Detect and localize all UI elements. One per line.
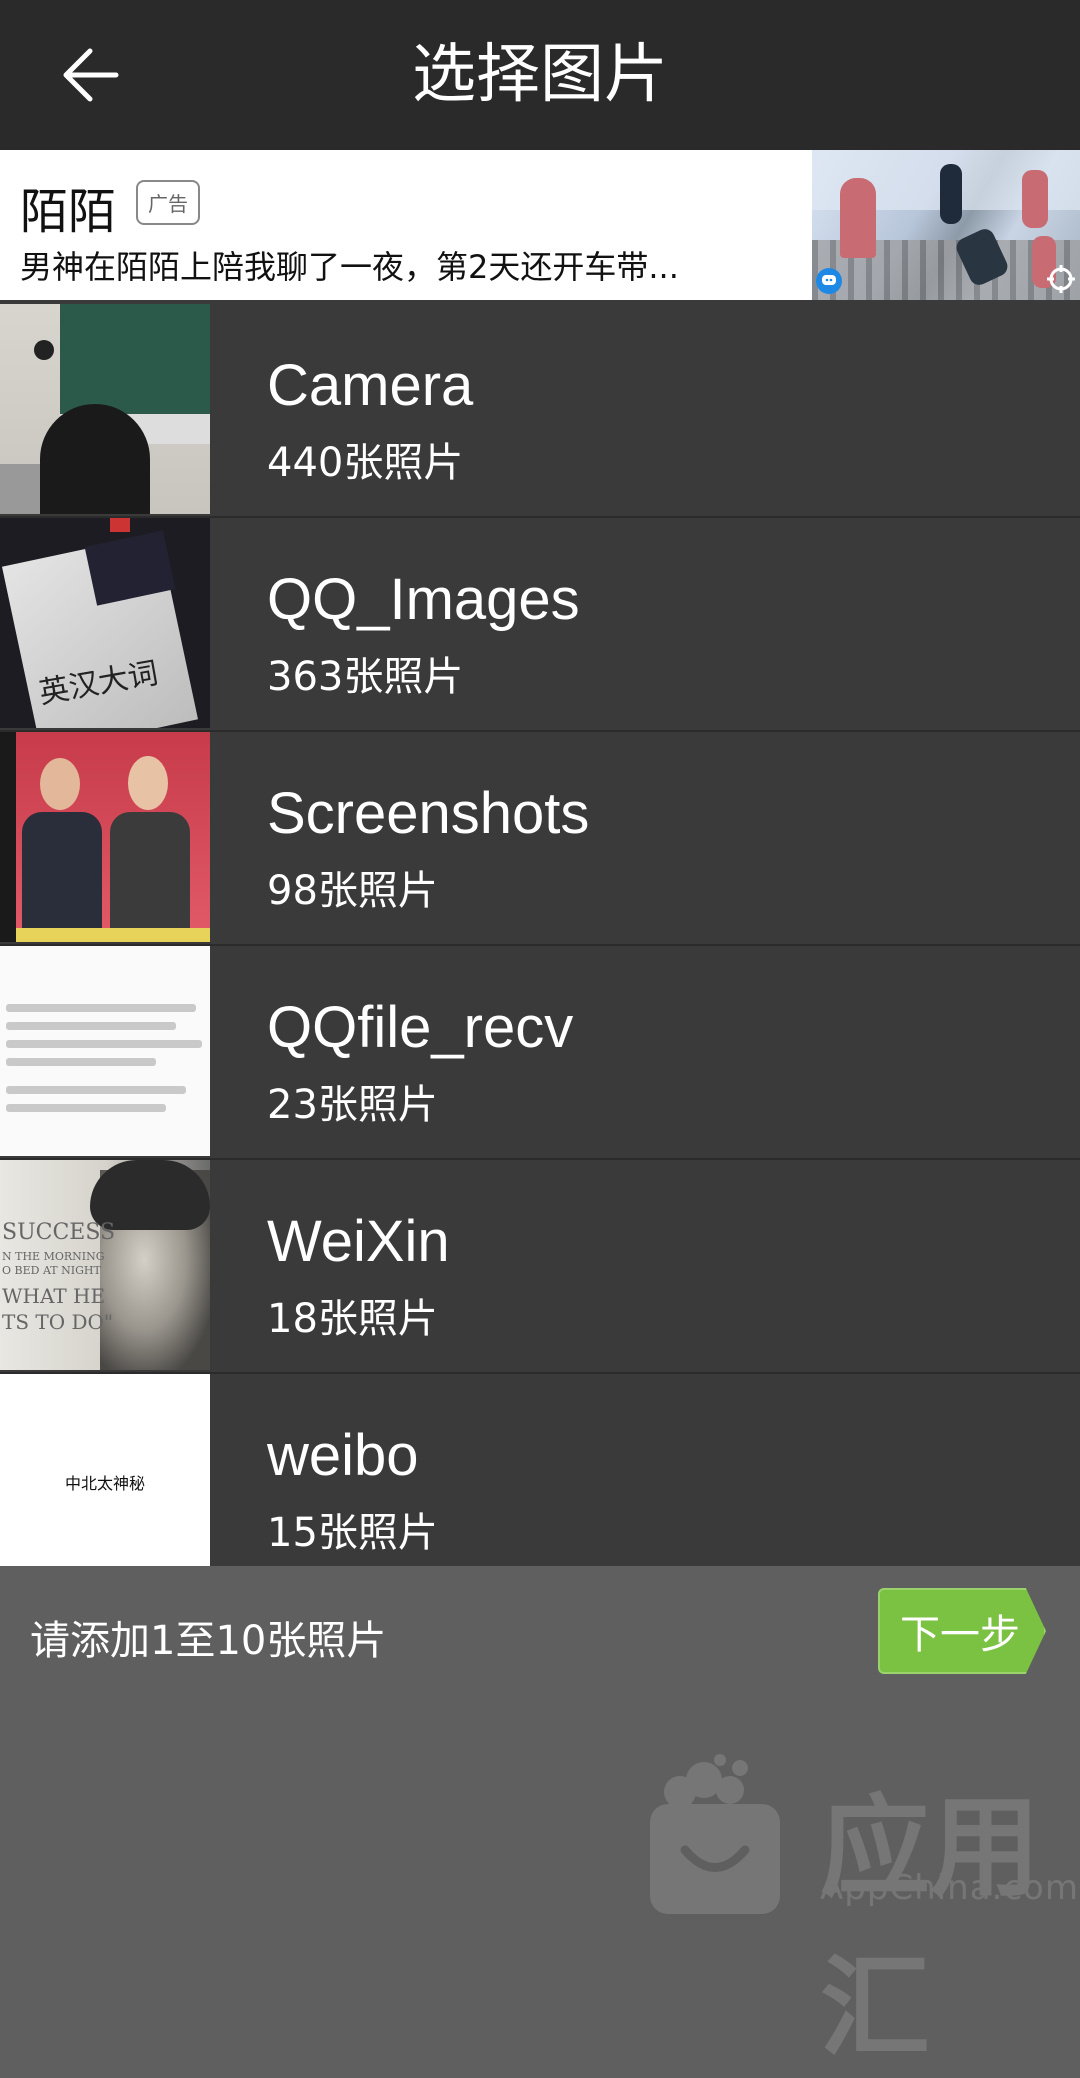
album-row-qq-images[interactable]: 英汉大词 QQ_Images 363张照片 (0, 518, 1080, 732)
album-row-weixin[interactable]: SUCCESS N THE MORNING O BED AT NIGHT WHA… (0, 1160, 1080, 1374)
album-thumbnail: SUCCESS N THE MORNING O BED AT NIGHT WHA… (0, 1160, 210, 1370)
chat-bubble-icon (816, 268, 842, 294)
top-bar: 选择图片 (0, 0, 1080, 150)
thumbnail-caption: SUCCESS (2, 1220, 116, 1245)
album-count: 23张照片 (267, 1082, 438, 1128)
ad-image (812, 150, 1080, 300)
album-name: QQfile_recv (267, 995, 574, 1060)
ad-banner[interactable]: 陌陌 广告 男神在陌陌上陪我聊了一夜，第2天还开车带... (0, 150, 1080, 304)
album-count: 98张照片 (267, 868, 438, 914)
album-thumbnail (0, 946, 210, 1156)
page-title: 选择图片 (412, 38, 668, 112)
album-name: weibo (267, 1423, 419, 1488)
watermark-text: 应用汇 (820, 1784, 1040, 2072)
album-row-qqfile-recv[interactable]: QQfile_recv 23张照片 (0, 946, 1080, 1160)
album-thumbnail: 中北太神秘 (0, 1374, 210, 1570)
target-icon (1047, 265, 1075, 293)
thumbnail-caption: O BED AT NIGHT (2, 1264, 101, 1277)
thumbnail-caption: 中北太神秘 (64, 1474, 145, 1493)
next-step-button[interactable]: 下一步 (878, 1588, 1046, 1674)
selection-footer: 请添加1至10张照片 下一步 (0, 1566, 1080, 1706)
thumbnail-caption: TS TO DO" (2, 1310, 114, 1334)
watermark-url: AppChina.com (820, 1868, 1079, 1908)
album-name: Camera (267, 353, 474, 418)
album-thumbnail: 英汉大词 (0, 518, 210, 728)
album-count: 363张照片 (267, 654, 464, 700)
ad-description: 男神在陌陌上陪我聊了一夜，第2天还开车带... (20, 248, 679, 286)
thumbnail-caption: WHAT HE (2, 1284, 106, 1308)
album-name: Screenshots (267, 781, 590, 846)
album-row-camera[interactable]: Camera 440张照片 (0, 304, 1080, 518)
selection-hint: 请添加1至10张照片 (30, 1618, 387, 1664)
album-count: 15张照片 (267, 1510, 438, 1556)
album-count: 440张照片 (267, 440, 464, 486)
ad-brand: 陌陌 (20, 184, 117, 240)
shopping-bag-smile-icon (650, 1754, 780, 1914)
album-row-screenshots[interactable]: Screenshots 98张照片 (0, 732, 1080, 946)
ad-label-badge: 广告 (136, 180, 200, 225)
album-row-weibo[interactable]: 中北太神秘 weibo 15张照片 (0, 1374, 1080, 1570)
album-name: WeiXin (267, 1209, 450, 1274)
album-count: 18张照片 (267, 1296, 438, 1342)
thumbnail-caption: N THE MORNING (2, 1250, 105, 1263)
album-thumbnail (0, 304, 210, 514)
album-thumbnail (0, 732, 210, 942)
album-name: QQ_Images (267, 567, 580, 632)
album-list: Camera 440张照片 英汉大词 QQ_Images 363张照片 Scre… (0, 304, 1080, 1570)
appchina-watermark: 应用汇 AppChina.com (640, 1740, 1080, 2072)
